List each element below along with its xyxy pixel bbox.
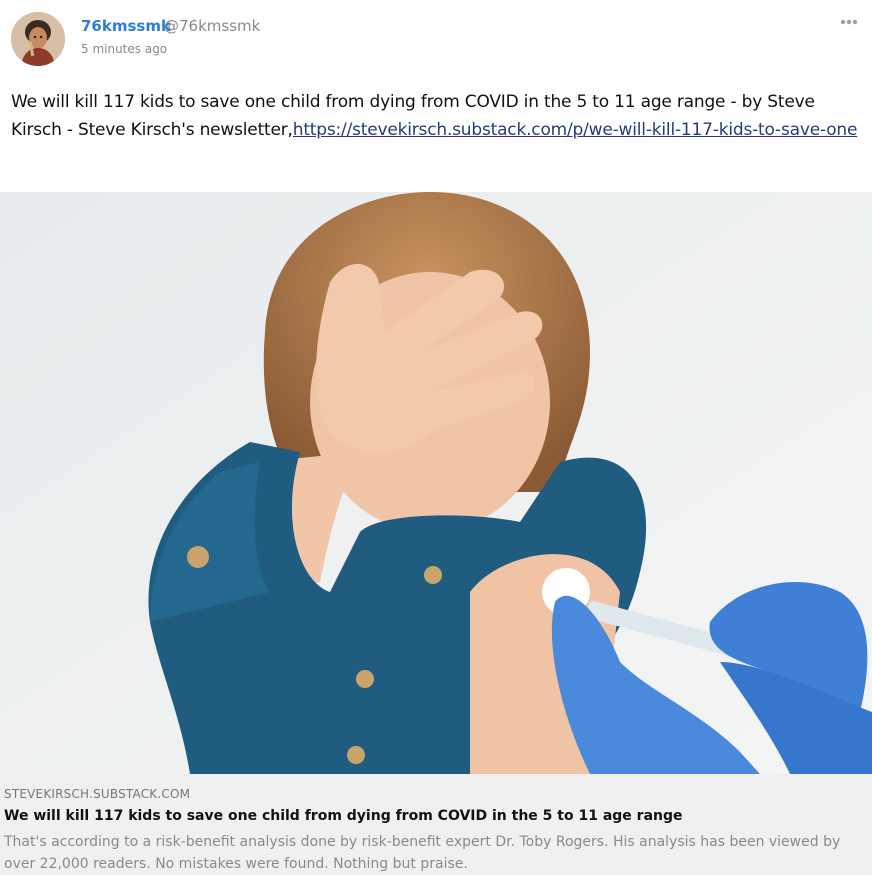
more-horizontal-icon [840, 19, 858, 25]
child-vaccination-photo [0, 192, 872, 774]
author-display-name[interactable]: 76kmssmk [81, 17, 171, 35]
more-options-button[interactable] [834, 12, 864, 32]
card-domain: STEVEKIRSCH.SUBSTACK.COM [4, 787, 191, 801]
link-preview-card[interactable]: STEVEKIRSCH.SUBSTACK.COM We will kill 11… [0, 192, 872, 875]
avatar-portrait-image [11, 12, 65, 66]
avatar[interactable] [11, 12, 65, 66]
card-description: That's according to a risk-benefit analy… [4, 834, 841, 872]
card-title[interactable]: We will kill 117 kids to save one child … [4, 808, 683, 824]
post: 76kmssmk @76kmssmk 5 minutes ago We will… [0, 0, 872, 875]
author-handle[interactable]: @76kmssmk [164, 17, 260, 35]
status-link[interactable]: https://stevekirsch.substack.com/p/we-wi… [293, 120, 858, 140]
status-text: We will kill 117 kids to save one child … [11, 88, 861, 144]
post-timestamp[interactable]: 5 minutes ago [81, 42, 167, 56]
card-preview-image [0, 192, 872, 774]
